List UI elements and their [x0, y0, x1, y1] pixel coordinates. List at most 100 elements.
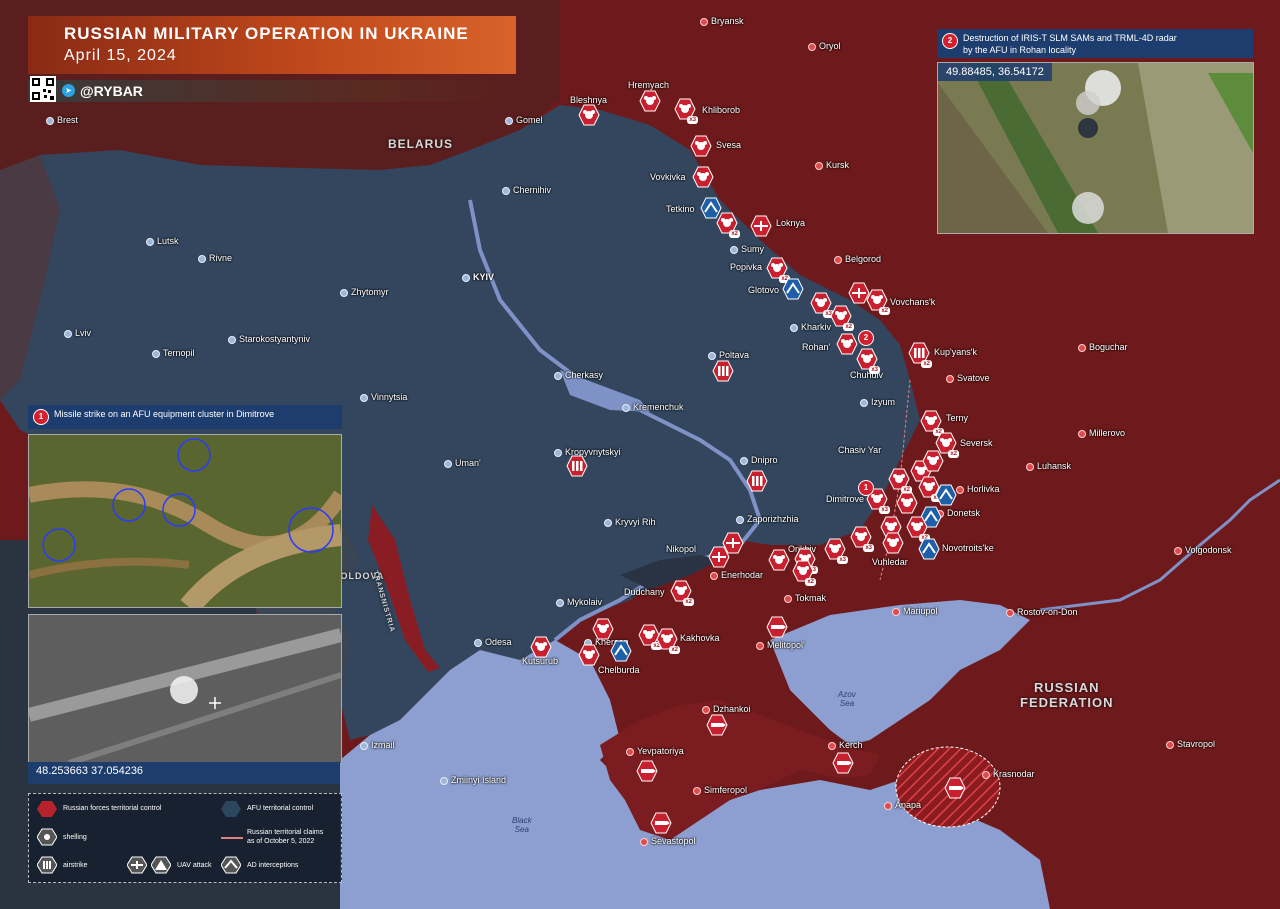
panel-2-header: 2 Destruction of IRIS-T SLM SAMs and TRM… — [937, 29, 1253, 58]
city-3: Lutsk — [146, 236, 179, 246]
shelling-marker-icon[interactable]: x2 — [888, 468, 912, 494]
missile-marker-icon[interactable] — [650, 812, 672, 834]
shelling-marker-icon[interactable] — [882, 532, 904, 554]
shelling-marker-icon[interactable]: x2 — [792, 560, 816, 586]
shelling-marker-icon[interactable]: x3 — [810, 292, 834, 318]
airstrike-marker-icon[interactable] — [712, 360, 734, 382]
shelling-marker-icon[interactable] — [768, 549, 790, 571]
frontline-label-4: Vovkivka — [650, 172, 686, 182]
city-label: Izmail — [371, 740, 395, 750]
city-dot-icon — [1166, 740, 1174, 749]
city-46: Horlivka — [956, 484, 1000, 494]
ad-marker-icon[interactable] — [918, 538, 940, 560]
missile-marker-icon[interactable] — [636, 760, 658, 782]
city-label: Brest — [57, 115, 79, 125]
legend-afu-label: AFU territorial control — [247, 805, 314, 812]
shelling-marker-icon[interactable]: x3 — [850, 526, 874, 552]
city-10: Vinnytsia — [360, 392, 407, 402]
brand-handle[interactable]: @RYBAR — [80, 83, 143, 99]
shelling-marker-icon[interactable]: x2 — [830, 305, 854, 331]
shelling-marker-icon[interactable] — [592, 618, 614, 640]
city-31: Millerovo — [1078, 428, 1125, 438]
shelling-marker-icon[interactable]: x2 — [906, 516, 930, 542]
airstrike-marker-icon[interactable] — [566, 455, 588, 477]
uav-marker-icon[interactable] — [750, 215, 772, 237]
city-label: Yevpatoriya — [637, 746, 684, 756]
shelling-marker-icon[interactable] — [530, 636, 552, 658]
shelling-marker-icon[interactable] — [639, 90, 661, 112]
panel-2-photo[interactable]: 49.88485, 36.54172 — [937, 62, 1254, 234]
uav-marker-icon[interactable] — [708, 546, 730, 568]
shelling-marker-icon[interactable] — [578, 644, 600, 666]
page-title: RUSSIAN MILITARY OPERATION IN UKRAINE — [64, 24, 469, 43]
frontline-label-7: Popivka — [730, 262, 763, 272]
shelling-marker-icon[interactable] — [690, 135, 712, 157]
airstrike-marker-icon[interactable] — [746, 470, 768, 492]
city-1: Gomel — [505, 115, 543, 125]
missile-marker-icon[interactable] — [832, 752, 854, 774]
city-dot-icon — [982, 770, 990, 779]
frontline-label-21: Dudchany — [624, 587, 665, 597]
shelling-marker-icon[interactable]: x2 — [656, 628, 680, 654]
shelling-marker-icon[interactable] — [922, 450, 944, 472]
telegram-icon[interactable]: ➤ — [62, 84, 75, 97]
city-label: Mykolaiv — [567, 597, 603, 607]
frontline-label-5: Tetkino — [666, 204, 695, 214]
city-dot-icon — [1026, 462, 1034, 471]
shelling-marker-icon[interactable]: x3 — [856, 348, 880, 374]
shelling-marker-icon[interactable]: x2 — [866, 289, 890, 315]
shelling-marker-icon[interactable] — [692, 166, 714, 188]
shelling-marker-icon[interactable]: x2 — [766, 257, 790, 283]
city-label: Chernihiv — [513, 185, 552, 195]
sea-azov-line2: Sea — [839, 699, 855, 708]
city-13: Uman' — [444, 458, 481, 468]
city-9: Starokostyantyniv — [228, 334, 310, 344]
airstrike-marker-icon[interactable]: x2 — [908, 342, 932, 368]
marker-count-badge: x2 — [669, 646, 680, 654]
shelling-marker-icon[interactable]: x2 — [670, 580, 694, 606]
ad-marker-icon[interactable] — [610, 640, 632, 662]
city-dot-icon — [146, 237, 154, 246]
city-label: Kerch — [839, 740, 863, 750]
city-label: Kremenchuk — [633, 402, 684, 412]
marker-count-badge: x3 — [837, 556, 848, 564]
shelling-marker-icon[interactable]: x2 — [716, 212, 740, 238]
panel-1-photo-bottom[interactable] — [28, 614, 342, 764]
city-label: Millerovo — [1089, 428, 1126, 438]
city-dot-icon — [756, 641, 764, 650]
city-29: Belgorod — [834, 254, 881, 264]
shelling-marker-icon[interactable] — [578, 104, 600, 126]
shelling-marker-icon[interactable] — [836, 333, 858, 355]
shelling-marker-icon[interactable]: x3 — [824, 538, 848, 564]
marker-count-badge: x3 — [687, 116, 698, 124]
marker-count-badge: x2 — [879, 307, 890, 315]
frontline-label-22: Kakhovka — [680, 633, 720, 643]
panel-2-coords: 49.88485, 36.54172 — [938, 63, 1052, 81]
ad-marker-icon[interactable] — [782, 278, 804, 300]
city-label: Uman' — [455, 458, 481, 468]
sea-black-line1: Black — [512, 816, 532, 825]
city-label: KYIV — [473, 272, 495, 282]
city-38: Simferopol — [693, 785, 747, 795]
callout-number-1[interactable]: 1 — [858, 480, 874, 496]
panel-1-photo-top[interactable] — [28, 434, 342, 608]
city-label: Kryvyi Rih — [615, 517, 656, 527]
qr-code-icon[interactable] — [30, 76, 56, 102]
city-2: Chernihiv — [502, 185, 551, 195]
callout-number-2[interactable]: 2 — [858, 330, 874, 346]
shelling-marker-icon[interactable]: x3 — [674, 98, 698, 124]
city-4: Rivne — [198, 253, 232, 263]
marker-count-badge: x2 — [729, 230, 740, 238]
city-label: Zhytomyr — [351, 287, 389, 297]
shelling-marker-icon[interactable]: x2 — [920, 410, 944, 436]
city-5: Zhytomyr — [340, 287, 389, 297]
shelling-marker-icon[interactable] — [896, 492, 918, 514]
city-dot-icon — [1078, 429, 1086, 438]
missile-marker-icon[interactable] — [706, 714, 728, 736]
frontline-label-17: Novotroits'ke — [942, 543, 994, 553]
ad-marker-icon[interactable] — [935, 484, 957, 506]
city-label: Rostov-on-Don — [1017, 607, 1078, 617]
missile-marker-icon[interactable] — [766, 616, 788, 638]
missile-marker-icon[interactable] — [944, 777, 966, 799]
legend-russian-label: Russian forces territorial control — [63, 805, 162, 812]
